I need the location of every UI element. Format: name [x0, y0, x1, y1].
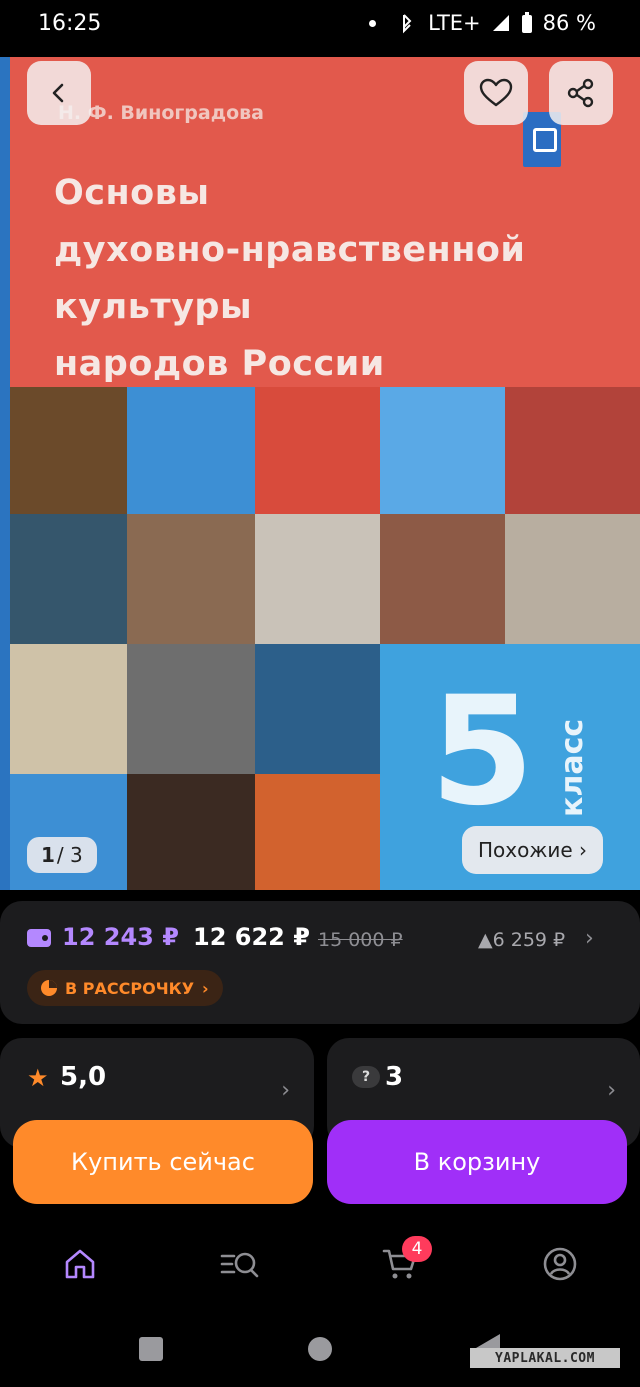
cover-title-line: Основы [54, 173, 210, 213]
wallet-price: 12 243 ₽ [62, 923, 179, 951]
price-diff: ▲6 259 ₽ [478, 929, 566, 951]
gallery-counter-total: / 3 [56, 843, 83, 867]
cover-title-line: народов России [54, 344, 385, 384]
chevron-right-icon: › [202, 978, 209, 998]
mosaic-tile [380, 387, 505, 514]
mosaic-tile [505, 514, 640, 644]
chevron-right-icon[interactable]: › [585, 926, 594, 951]
home-icon [65, 1249, 95, 1279]
recents-button[interactable] [139, 1337, 163, 1361]
chevron-left-icon [52, 83, 64, 103]
star-icon: ★ [27, 1064, 49, 1092]
heart-icon [479, 78, 513, 107]
nav-catalog[interactable] [220, 1244, 260, 1284]
vibrate-icon [403, 14, 412, 34]
back-button[interactable] [27, 61, 91, 125]
rating-value: 5,0 [60, 1062, 107, 1092]
cover-title-line: культуры [54, 287, 253, 327]
chevron-right-icon: › [281, 1078, 290, 1103]
share-button[interactable] [549, 61, 613, 125]
mosaic-tile [10, 387, 127, 514]
mosaic-tile [10, 644, 127, 774]
mosaic-tile [255, 774, 380, 890]
notification-dot-icon [369, 19, 377, 27]
profile-icon [543, 1247, 577, 1281]
cart-badge: 4 [402, 1236, 432, 1262]
mosaic-tile [505, 387, 640, 514]
product-gallery[interactable]: Н. Ф. Виноградова Основы духовно-нравств… [0, 57, 640, 890]
nav-profile[interactable] [540, 1244, 580, 1284]
home-system-button[interactable] [308, 1337, 332, 1361]
mosaic-tile [127, 644, 255, 774]
questions-count: 3 [385, 1062, 404, 1092]
watermark: YAPLAKAL.COM [470, 1348, 620, 1368]
wallet-icon [27, 929, 51, 947]
installment-label: В РАССРОЧКУ [65, 978, 195, 998]
gallery-counter-current: 1 [41, 843, 55, 867]
favorite-button[interactable] [464, 61, 528, 125]
mosaic-tile [255, 644, 380, 774]
pie-chart-icon [41, 980, 57, 996]
buy-now-button[interactable]: Купить сейчас [13, 1120, 313, 1204]
cover-title-line: духовно-нравственной [54, 230, 526, 270]
mosaic-tile [127, 514, 255, 644]
catalog-search-icon [220, 1252, 259, 1278]
chevron-right-icon: › [607, 1078, 616, 1103]
signal-icon [492, 15, 509, 31]
old-price: 15 000 ₽ [318, 929, 403, 951]
mosaic-tile [255, 387, 380, 514]
status-icons: LTE+ 86 % [369, 11, 596, 35]
installment-badge[interactable]: В РАССРОЧКУ › [27, 970, 223, 1006]
cover-title: Основы духовно-нравственной культуры нар… [54, 165, 525, 393]
book-cover-image: Н. Ф. Виноградова Основы духовно-нравств… [0, 57, 640, 890]
gallery-counter: 1 / 3 [27, 837, 97, 873]
battery-percent: 86 % [542, 11, 596, 35]
battery-icon [521, 12, 532, 33]
question-bubble-icon: ? [352, 1066, 380, 1088]
mosaic-tile [255, 514, 380, 644]
add-to-cart-button[interactable]: В корзину [327, 1120, 627, 1204]
mosaic-tile [127, 387, 255, 514]
mosaic-tile [10, 514, 127, 644]
main-price: 12 622 ₽ [193, 923, 310, 951]
nav-home[interactable] [60, 1244, 100, 1284]
cover-grade-label: класс [555, 718, 590, 817]
status-time: 16:25 [38, 11, 102, 36]
cover-spine [0, 57, 10, 890]
similar-button[interactable]: Похожие › [462, 826, 604, 874]
mosaic-tile [380, 514, 505, 644]
mosaic-tile [127, 774, 255, 890]
cover-mosaic [10, 387, 640, 890]
status-bar: 16:25 LTE+ 86 % [0, 0, 640, 50]
cover-grade-number: 5 [430, 665, 535, 839]
similar-label: Похожие › [478, 838, 588, 862]
network-label: LTE+ [428, 11, 481, 35]
share-icon [567, 78, 594, 108]
